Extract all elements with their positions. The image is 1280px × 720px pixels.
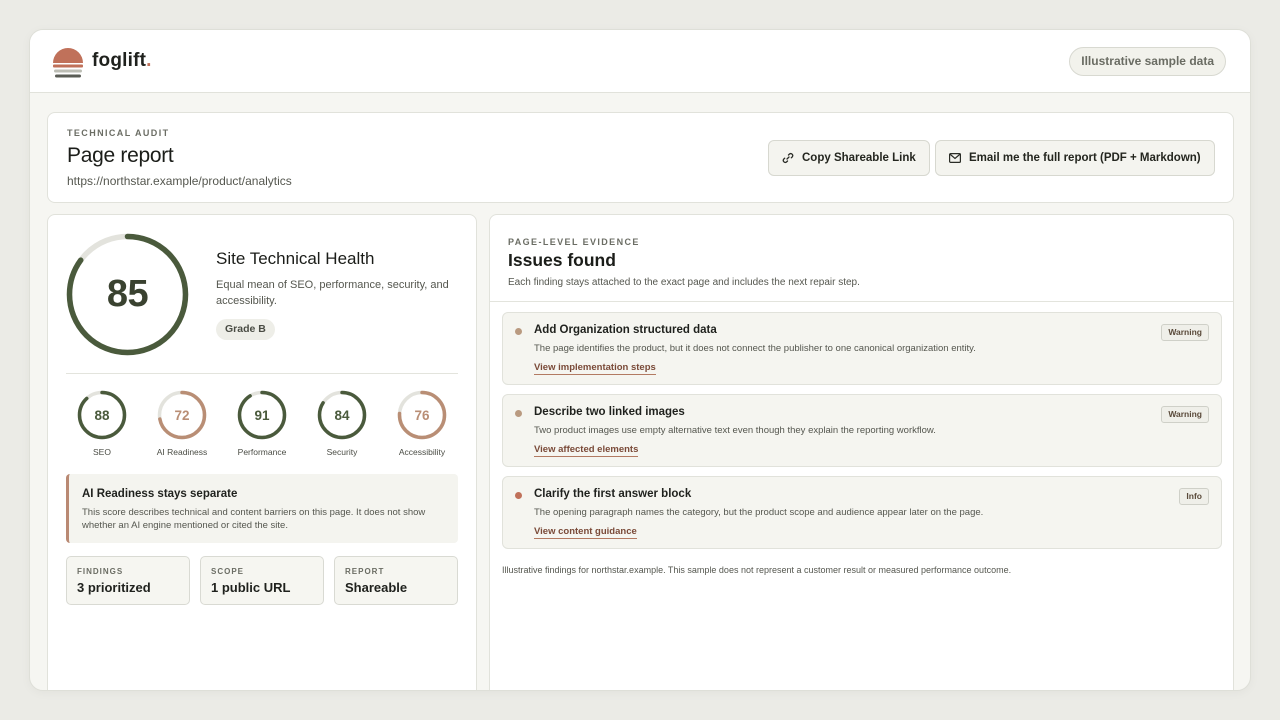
- link-icon: [782, 152, 794, 164]
- footnote: Illustrative findings for northstar.exam…: [502, 565, 1012, 575]
- stat-label: SCOPE: [211, 567, 245, 576]
- ai-note-text: This score describes technical and conte…: [82, 507, 426, 531]
- metric-accessibility[interactable]: 76 Accessibility: [387, 390, 457, 460]
- page-title: Page report: [67, 144, 174, 167]
- top-bar: foglift. Illustrative sample data: [30, 30, 1250, 93]
- copy-shareable-link-button[interactable]: Copy Shareable Link: [768, 140, 930, 176]
- email-report-button[interactable]: Email me the full report (PDF + Markdown…: [935, 140, 1215, 176]
- metric-label: AI Readiness: [156, 447, 208, 457]
- stat-label: FINDINGS: [77, 567, 124, 576]
- view-affected-elements-link[interactable]: View affected elements: [534, 444, 639, 457]
- divider: [66, 373, 458, 374]
- issues-eyebrow: PAGE-LEVEL EVIDENCE: [508, 237, 640, 247]
- metric-seo[interactable]: 88 SEO: [67, 390, 137, 460]
- metric-label: Security: [326, 447, 358, 457]
- health-description: Equal mean of SEO, performance, security…: [216, 279, 449, 307]
- metric-security[interactable]: 84 Security: [307, 390, 377, 460]
- copy-link-label: Copy Shareable Link: [802, 152, 916, 164]
- ai-readiness-note: AI Readiness stays separate This score d…: [66, 474, 458, 543]
- sample-data-badge: Illustrative sample data: [1069, 47, 1226, 76]
- report-url: https://northstar.example/product/analyt…: [67, 174, 292, 188]
- report-header: TECHNICAL AUDIT Page report https://nort…: [47, 112, 1234, 203]
- report-eyebrow: TECHNICAL AUDIT: [67, 128, 170, 138]
- health-score-value: 85: [106, 273, 149, 315]
- brand-name[interactable]: foglift.: [92, 50, 152, 72]
- ai-note-title: AI Readiness stays separate: [82, 488, 238, 500]
- divider: [490, 301, 1233, 302]
- severity-badge: Warning: [1161, 324, 1209, 341]
- metric-label: Accessibility: [398, 447, 446, 457]
- email-report-label: Email me the full report (PDF + Markdown…: [969, 152, 1201, 164]
- issue-text: Two product images use empty alternative…: [534, 425, 936, 436]
- metric-score: 84: [334, 407, 350, 423]
- grade-badge: Grade B: [216, 319, 275, 340]
- stat-label: REPORT: [345, 567, 385, 576]
- issue-title: Clarify the first answer block: [534, 488, 692, 500]
- metric-ai-readiness[interactable]: 72 AI Readiness: [147, 390, 217, 460]
- stat-value: Shareable: [345, 580, 408, 595]
- issue-title: Add Organization structured data: [534, 324, 717, 336]
- metric-label: Performance: [237, 447, 287, 457]
- severity-badge: Warning: [1161, 406, 1209, 423]
- foglift-logo-icon: [53, 48, 83, 78]
- metric-score: 91: [254, 407, 270, 423]
- view-content-guidance-link[interactable]: View content guidance: [534, 526, 637, 539]
- issue-title: Describe two linked images: [534, 406, 685, 418]
- metric-performance[interactable]: 91 Performance: [227, 390, 297, 460]
- issue-severity-dot: [515, 410, 522, 417]
- issues-panel: PAGE-LEVEL EVIDENCE Issues found Each fi…: [489, 214, 1234, 690]
- health-title: Site Technical Health: [216, 249, 375, 268]
- issue-card: Clarify the first answer block The openi…: [502, 476, 1222, 549]
- issues-subtitle: Each finding stays attached to the exact…: [508, 277, 860, 288]
- metric-score: 88: [94, 407, 110, 423]
- stat-scope: SCOPE 1 public URL: [200, 556, 324, 605]
- app-window: foglift. Illustrative sample data TECHNI…: [29, 29, 1251, 691]
- issue-severity-dot: [515, 328, 522, 335]
- issues-title: Issues found: [508, 250, 616, 270]
- view-implementation-steps-link[interactable]: View implementation steps: [534, 362, 656, 375]
- metric-label: SEO: [93, 447, 111, 457]
- severity-badge: Info: [1179, 488, 1209, 505]
- metric-score: 76: [414, 407, 430, 423]
- issue-card: Describe two linked images Two product i…: [502, 394, 1222, 467]
- health-panel: 85 Site Technical Health Equal mean of S…: [47, 214, 477, 690]
- issue-text: The page identifies the product, but it …: [534, 343, 976, 354]
- metric-score: 72: [174, 407, 190, 423]
- issue-text: The opening paragraph names the category…: [534, 507, 984, 518]
- issue-severity-dot: [515, 492, 522, 499]
- stat-findings: FINDINGS 3 prioritized: [66, 556, 190, 605]
- stat-report: REPORT Shareable: [334, 556, 458, 605]
- stat-value: 3 prioritized: [77, 580, 151, 595]
- mail-icon: [949, 153, 961, 163]
- issue-card: Add Organization structured data The pag…: [502, 312, 1222, 385]
- stat-value: 1 public URL: [211, 580, 291, 595]
